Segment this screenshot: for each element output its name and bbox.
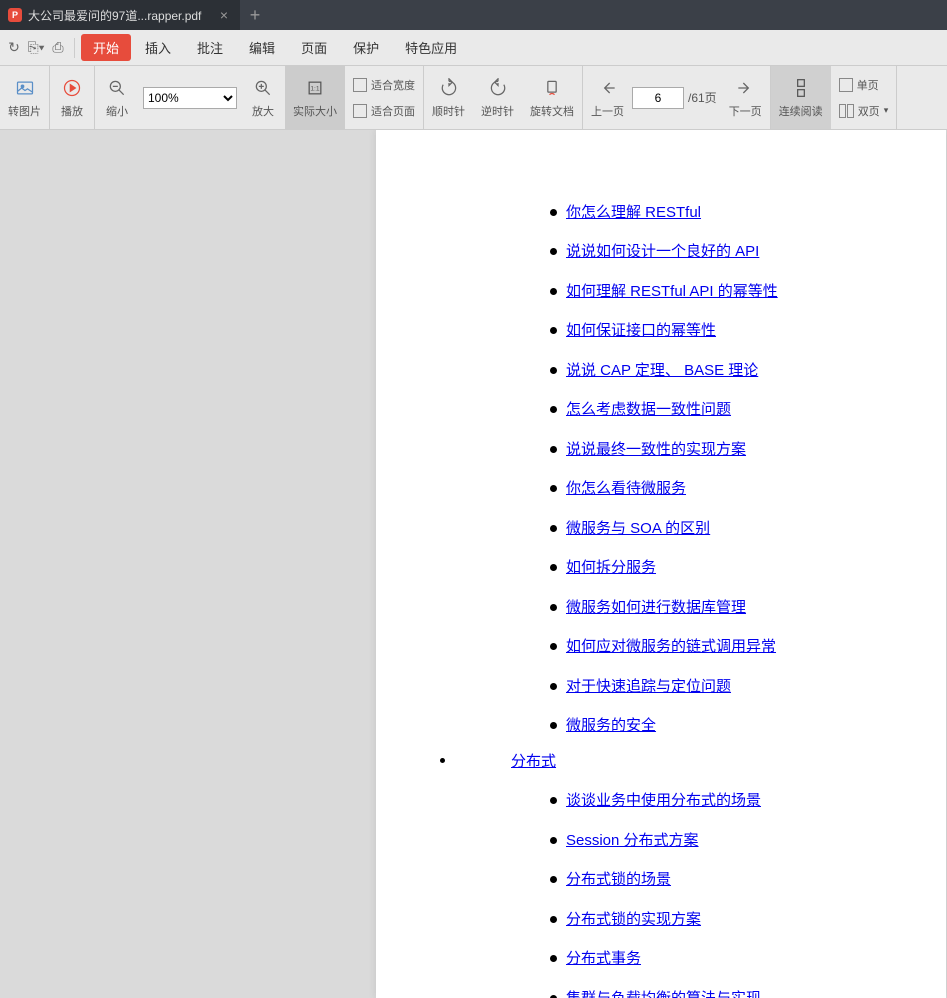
rotate-image-button[interactable]: 转图片 xyxy=(0,66,49,129)
tab-title: 大公司最爱问的97道...rapper.pdf xyxy=(28,7,210,24)
toc-link[interactable]: 微服务的安全 xyxy=(526,713,906,739)
toc-link[interactable]: 如何理解 RESTful API 的幂等性 xyxy=(526,279,906,305)
rotate-cw-button[interactable]: 顺时针 xyxy=(424,66,473,129)
continuous-read-button[interactable]: 连续阅读 xyxy=(771,66,831,129)
continuous-icon xyxy=(790,77,812,99)
toc-link[interactable]: 你怎么看待微服务 xyxy=(526,476,906,502)
toc-link[interactable]: 对于快速追踪与定位问题 xyxy=(526,674,906,700)
single-page-icon xyxy=(839,78,853,92)
toc-link[interactable]: 微服务与 SOA 的区别 xyxy=(526,516,906,542)
zoom-out-button[interactable]: 缩小 xyxy=(95,66,139,129)
actual-size-button[interactable]: 1:1 实际大小 xyxy=(285,66,345,129)
toc-link[interactable]: 谈谈业务中使用分布式的场景 xyxy=(526,788,906,814)
rotate-ccw-button[interactable]: 逆时针 xyxy=(473,66,522,129)
toc-link[interactable]: 如何保证接口的幂等性 xyxy=(526,318,906,344)
toc-link[interactable]: 说说如何设计一个良好的 API xyxy=(526,239,906,265)
toc-link[interactable]: 怎么考虑数据一致性问题 xyxy=(526,397,906,423)
add-tab-button[interactable]: + xyxy=(240,0,270,30)
rotate-cw-icon xyxy=(438,77,460,99)
arrow-right-icon xyxy=(734,77,756,99)
pdf-page: . 你怎么理解 RESTful 说说如何设计一个良好的 API 如何理解 RES… xyxy=(376,130,946,998)
pdf-icon: P xyxy=(8,8,22,22)
page-total: /61页 xyxy=(688,89,717,106)
separator xyxy=(74,38,75,58)
play-icon xyxy=(61,77,83,99)
menu-special[interactable]: 特色应用 xyxy=(393,34,469,61)
close-tab-icon[interactable]: × xyxy=(216,7,232,23)
toc-link[interactable]: 说说 CAP 定理、 BASE 理论 xyxy=(526,358,906,384)
toc-link[interactable]: 如何应对微服务的链式调用异常 xyxy=(526,634,906,660)
toc-link[interactable]: 说说最终一致性的实现方案 xyxy=(526,437,906,463)
toc-link[interactable]: 集群与负载均衡的算法与实现 xyxy=(526,986,906,998)
toc-link[interactable]: 分布式锁的实现方案 xyxy=(526,907,906,933)
arrow-left-icon xyxy=(597,77,619,99)
single-page-button[interactable]: 单页 xyxy=(831,72,897,98)
actual-size-icon: 1:1 xyxy=(304,77,326,99)
redo-icon[interactable]: ↻ xyxy=(4,38,24,58)
chevron-down-icon: ▾ xyxy=(884,105,889,116)
svg-text:1:1: 1:1 xyxy=(310,85,320,92)
toolbar: 转图片 播放 缩小 100% 放大 1:1 实际大小 适合宽度 适合页面 顺时针 xyxy=(0,66,947,130)
image-icon xyxy=(14,77,36,99)
double-page-button[interactable]: 双页▾ xyxy=(831,98,897,124)
zoom-in-button[interactable]: 放大 xyxy=(241,66,285,129)
document-tab[interactable]: P 大公司最爱问的97道...rapper.pdf × xyxy=(0,0,240,30)
fit-width-button[interactable]: 适合宽度 xyxy=(345,72,423,98)
menu-protect[interactable]: 保护 xyxy=(341,34,391,61)
toc-link[interactable]: 微服务如何进行数据库管理 xyxy=(526,595,906,621)
fit-page-icon xyxy=(353,104,367,118)
menu-annotate[interactable]: 批注 xyxy=(185,34,235,61)
rotate-ccw-icon xyxy=(487,77,509,99)
next-page-button[interactable]: 下一页 xyxy=(721,66,770,129)
zoom-out-icon xyxy=(106,77,128,99)
toc-link[interactable]: Session 分布式方案 xyxy=(526,828,906,854)
rotate-doc-button[interactable]: 旋转文档 xyxy=(522,66,582,129)
double-page-icon-2 xyxy=(847,104,854,118)
fit-page-button[interactable]: 适合页面 xyxy=(345,98,423,124)
page-input[interactable] xyxy=(632,87,684,109)
double-page-icon xyxy=(839,104,846,118)
title-bar: P 大公司最爱问的97道...rapper.pdf × + xyxy=(0,0,947,30)
print-icon[interactable]: ⎙ xyxy=(48,38,68,58)
fit-width-icon xyxy=(353,78,367,92)
toc-link[interactable]: 分布式锁的场景 xyxy=(526,867,906,893)
toc-link[interactable]: 你怎么理解 RESTful xyxy=(526,200,906,226)
prev-page-button[interactable]: 上一页 xyxy=(583,66,632,129)
toc-link[interactable]: 分布式事务 xyxy=(526,946,906,972)
rotate-doc-icon xyxy=(541,77,563,99)
menu-edit[interactable]: 编辑 xyxy=(237,34,287,61)
menu-start[interactable]: 开始 xyxy=(81,34,131,61)
play-button[interactable]: 播放 xyxy=(50,66,94,129)
menu-insert[interactable]: 插入 xyxy=(133,34,183,61)
zoom-in-icon xyxy=(252,77,274,99)
menu-page[interactable]: 页面 xyxy=(289,34,339,61)
toc-link[interactable]: 如何拆分服务 xyxy=(526,555,906,581)
menu-bar: ↻ ⎘▾ ⎙ 开始 插入 批注 编辑 页面 保护 特色应用 xyxy=(0,30,947,66)
document-viewer[interactable]: . 你怎么理解 RESTful 说说如何设计一个良好的 API 如何理解 RES… xyxy=(0,130,947,998)
export-icon[interactable]: ⎘▾ xyxy=(26,38,46,58)
zoom-select[interactable]: 100% xyxy=(143,87,237,109)
toc-heading[interactable]: 分布式 xyxy=(416,749,906,775)
